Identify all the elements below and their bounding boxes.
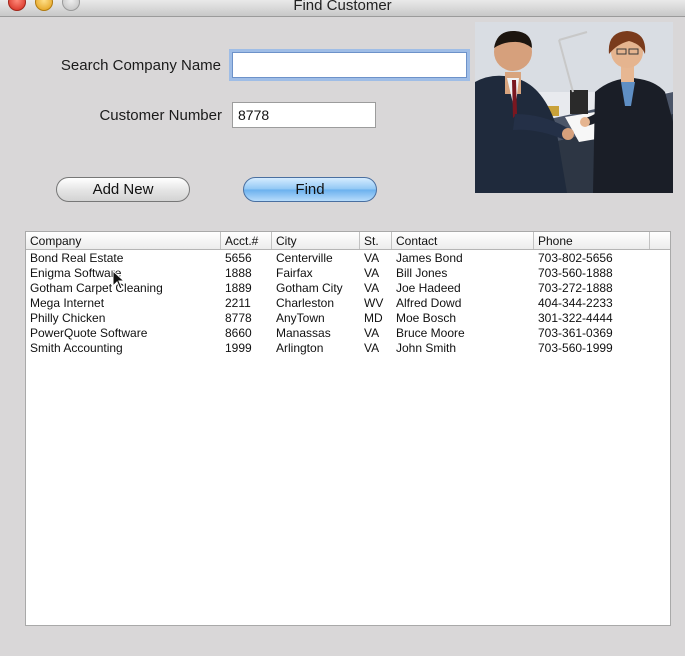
cell-acct: 1888: [225, 266, 252, 280]
cell-state: VA: [364, 341, 380, 355]
cell-contact: Moe Bosch: [396, 311, 457, 325]
table-row[interactable]: Bond Real Estate 5656 Centerville VA Jam…: [26, 251, 670, 266]
business-meeting-photo: [475, 22, 673, 193]
cell-contact: Alfred Dowd: [396, 296, 462, 310]
cell-city: Manassas: [276, 326, 331, 340]
cell-state: WV: [364, 296, 384, 310]
column-header-filler: [650, 232, 670, 249]
cell-contact: Bill Jones: [396, 266, 448, 280]
cell-phone: 703-272-1888: [538, 281, 613, 295]
cell-city: Centerville: [276, 251, 333, 265]
cell-contact: John Smith: [396, 341, 457, 355]
cell-phone: 703-802-5656: [538, 251, 613, 265]
cell-state: VA: [364, 266, 380, 280]
cell-state: VA: [364, 281, 380, 295]
cell-acct: 8660: [225, 326, 252, 340]
column-header-state[interactable]: St.: [360, 232, 392, 249]
cell-company: Smith Accounting: [30, 341, 123, 355]
search-company-input[interactable]: [232, 52, 467, 78]
column-header-acct[interactable]: Acct.#: [221, 232, 272, 249]
cell-company: PowerQuote Software: [30, 326, 148, 340]
column-header-contact[interactable]: Contact: [392, 232, 534, 249]
table-row[interactable]: Smith Accounting 1999 Arlington VA John …: [26, 341, 670, 356]
table-row[interactable]: Philly Chicken 8778 AnyTown MD Moe Bosch…: [26, 311, 670, 326]
customer-number-input[interactable]: [232, 102, 376, 128]
search-company-label: Search Company Name: [60, 57, 221, 74]
column-header-company[interactable]: Company: [26, 232, 221, 249]
cell-contact: Joe Hadeed: [396, 281, 461, 295]
customer-number-label: Customer Number: [99, 107, 222, 124]
cell-city: Gotham City: [276, 281, 343, 295]
cell-phone: 703-560-1888: [538, 266, 613, 280]
cell-company: Bond Real Estate: [30, 251, 124, 265]
cell-city: AnyTown: [276, 311, 325, 325]
cell-acct: 5656: [225, 251, 252, 265]
cell-company: Mega Internet: [30, 296, 105, 310]
cell-phone: 404-344-2233: [538, 296, 613, 310]
cell-city: Charleston: [276, 296, 335, 310]
find-button[interactable]: Find: [243, 177, 377, 202]
cell-city: Arlington: [276, 341, 324, 355]
customer-table[interactable]: Company Acct.# City St. Contact Phone Bo…: [25, 231, 671, 626]
add-new-button[interactable]: Add New: [56, 177, 190, 202]
table-row[interactable]: Mega Internet 2211 Charleston WV Alfred …: [26, 296, 670, 311]
cell-company: Philly Chicken: [30, 311, 106, 325]
cell-contact: Bruce Moore: [396, 326, 465, 340]
cell-contact: James Bond: [396, 251, 463, 265]
cell-state: VA: [364, 251, 380, 265]
cell-phone: 301-322-4444: [538, 311, 613, 325]
mouse-pointer-icon: [112, 270, 126, 290]
cell-acct: 8778: [225, 311, 252, 325]
window-title: Find Customer: [293, 0, 392, 14]
column-header-city[interactable]: City: [272, 232, 360, 249]
column-header-phone[interactable]: Phone: [534, 232, 650, 249]
cell-acct: 1999: [225, 341, 252, 355]
cell-phone: 703-361-0369: [538, 326, 613, 340]
table-header: Company Acct.# City St. Contact Phone: [26, 232, 670, 250]
cell-acct: 1889: [225, 281, 252, 295]
cell-phone: 703-560-1999: [538, 341, 613, 355]
title-bar: Find Customer: [0, 0, 685, 17]
cell-city: Fairfax: [276, 266, 313, 280]
table-row[interactable]: PowerQuote Software 8660 Manassas VA Bru…: [26, 326, 670, 341]
cell-acct: 2211: [225, 296, 251, 310]
cell-state: MD: [364, 311, 383, 325]
cell-state: VA: [364, 326, 380, 340]
